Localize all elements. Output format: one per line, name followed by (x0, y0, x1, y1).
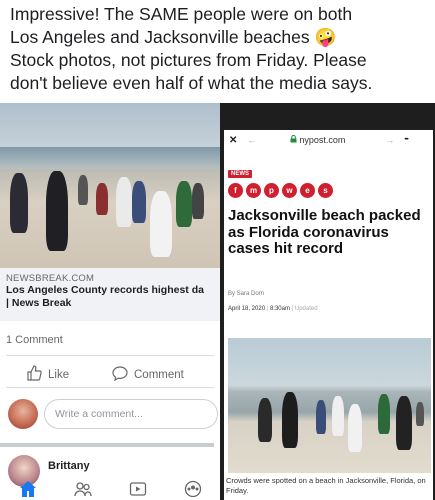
friends-icon[interactable] (73, 480, 92, 498)
back-arrow-icon[interactable]: ← (247, 135, 256, 145)
like-button[interactable]: Like (26, 365, 69, 384)
article-byline: By Sara Dorn (228, 291, 264, 297)
facebook-share-icon[interactable]: f (228, 183, 243, 198)
share-buttons: f m p w e s (228, 183, 333, 198)
los-angeles-beach-photo[interactable] (0, 103, 220, 268)
caption-line-2: Los Angeles and Jacksonville beaches 🤪 (10, 27, 337, 47)
commenter-name[interactable]: Brittany (48, 460, 90, 472)
comment-count[interactable]: 1 Comment (6, 334, 63, 346)
url-field[interactable]: nypost.com (290, 134, 346, 145)
post-caption: Impressive! The SAME people were on both… (10, 3, 428, 95)
forward-arrow-icon[interactable]: → (385, 135, 394, 145)
author[interactable]: By Sara Dorn (228, 291, 264, 297)
browser-address-bar: ✕ ← nypost.com → ••• (224, 130, 433, 150)
date: April 18, 2020 (228, 306, 266, 312)
bottom-nav (0, 477, 220, 500)
pinterest-share-icon[interactable]: p (264, 183, 279, 198)
divider (6, 355, 214, 356)
section-separator (0, 443, 214, 447)
article-headline: Jacksonville beach packed as Florida cor… (228, 207, 421, 257)
comment-input[interactable]: Write a comment... (44, 399, 218, 429)
link-source: NEWSBREAK.COM (6, 273, 95, 284)
whatsapp-share-icon[interactable]: w (282, 183, 297, 198)
article-page: NEWS f m p w e s Jacksonville beach pack… (224, 150, 433, 500)
link-title-line-2: | News Break (6, 297, 72, 309)
caption-line-3: Stock photos, not pictures from Friday. … (10, 50, 367, 70)
divider (6, 387, 214, 388)
lock-icon (290, 134, 297, 145)
photo-caption: Crowds were spotted on a beach in Jackso… (226, 476, 426, 495)
article-dateline: April 18, 2020 | 8:30am | Updated (228, 306, 318, 312)
url-text: nypost.com (299, 135, 346, 145)
link-preview[interactable]: NEWSBREAK.COM Los Angeles County records… (0, 268, 220, 321)
caption-line-4: don't believe even half of what the medi… (10, 73, 373, 93)
speech-bubble-icon (112, 365, 128, 384)
comment-label: Comment (134, 368, 184, 381)
more-options-icon[interactable]: ••• (404, 137, 408, 143)
caption-line-1: Impressive! The SAME people were on both (10, 4, 353, 24)
like-label: Like (48, 368, 70, 381)
messenger-share-icon[interactable]: m (246, 183, 261, 198)
groups-icon[interactable] (184, 480, 202, 498)
home-icon[interactable] (19, 480, 37, 498)
close-icon[interactable]: ✕ (229, 135, 237, 146)
avatar[interactable] (8, 399, 38, 429)
watch-video-icon[interactable] (129, 480, 147, 498)
link-title-line-1: Los Angeles County records highest da (6, 284, 204, 296)
email-share-icon[interactable]: e (300, 183, 315, 198)
facebook-post-screenshot: NEWSBREAK.COM Los Angeles County records… (0, 103, 220, 500)
news-tag[interactable]: NEWS (228, 170, 252, 178)
link-share-icon[interactable]: s (318, 183, 333, 198)
time: 8:30am (269, 306, 290, 312)
updated-label: Updated (294, 306, 318, 312)
thumbs-up-icon (26, 365, 42, 384)
comment-button[interactable]: Comment (112, 365, 184, 384)
jacksonville-beach-photo[interactable] (228, 338, 431, 473)
phone-screenshot: ✕ ← nypost.com → ••• NEWS f m p w e s Ja… (220, 103, 435, 500)
